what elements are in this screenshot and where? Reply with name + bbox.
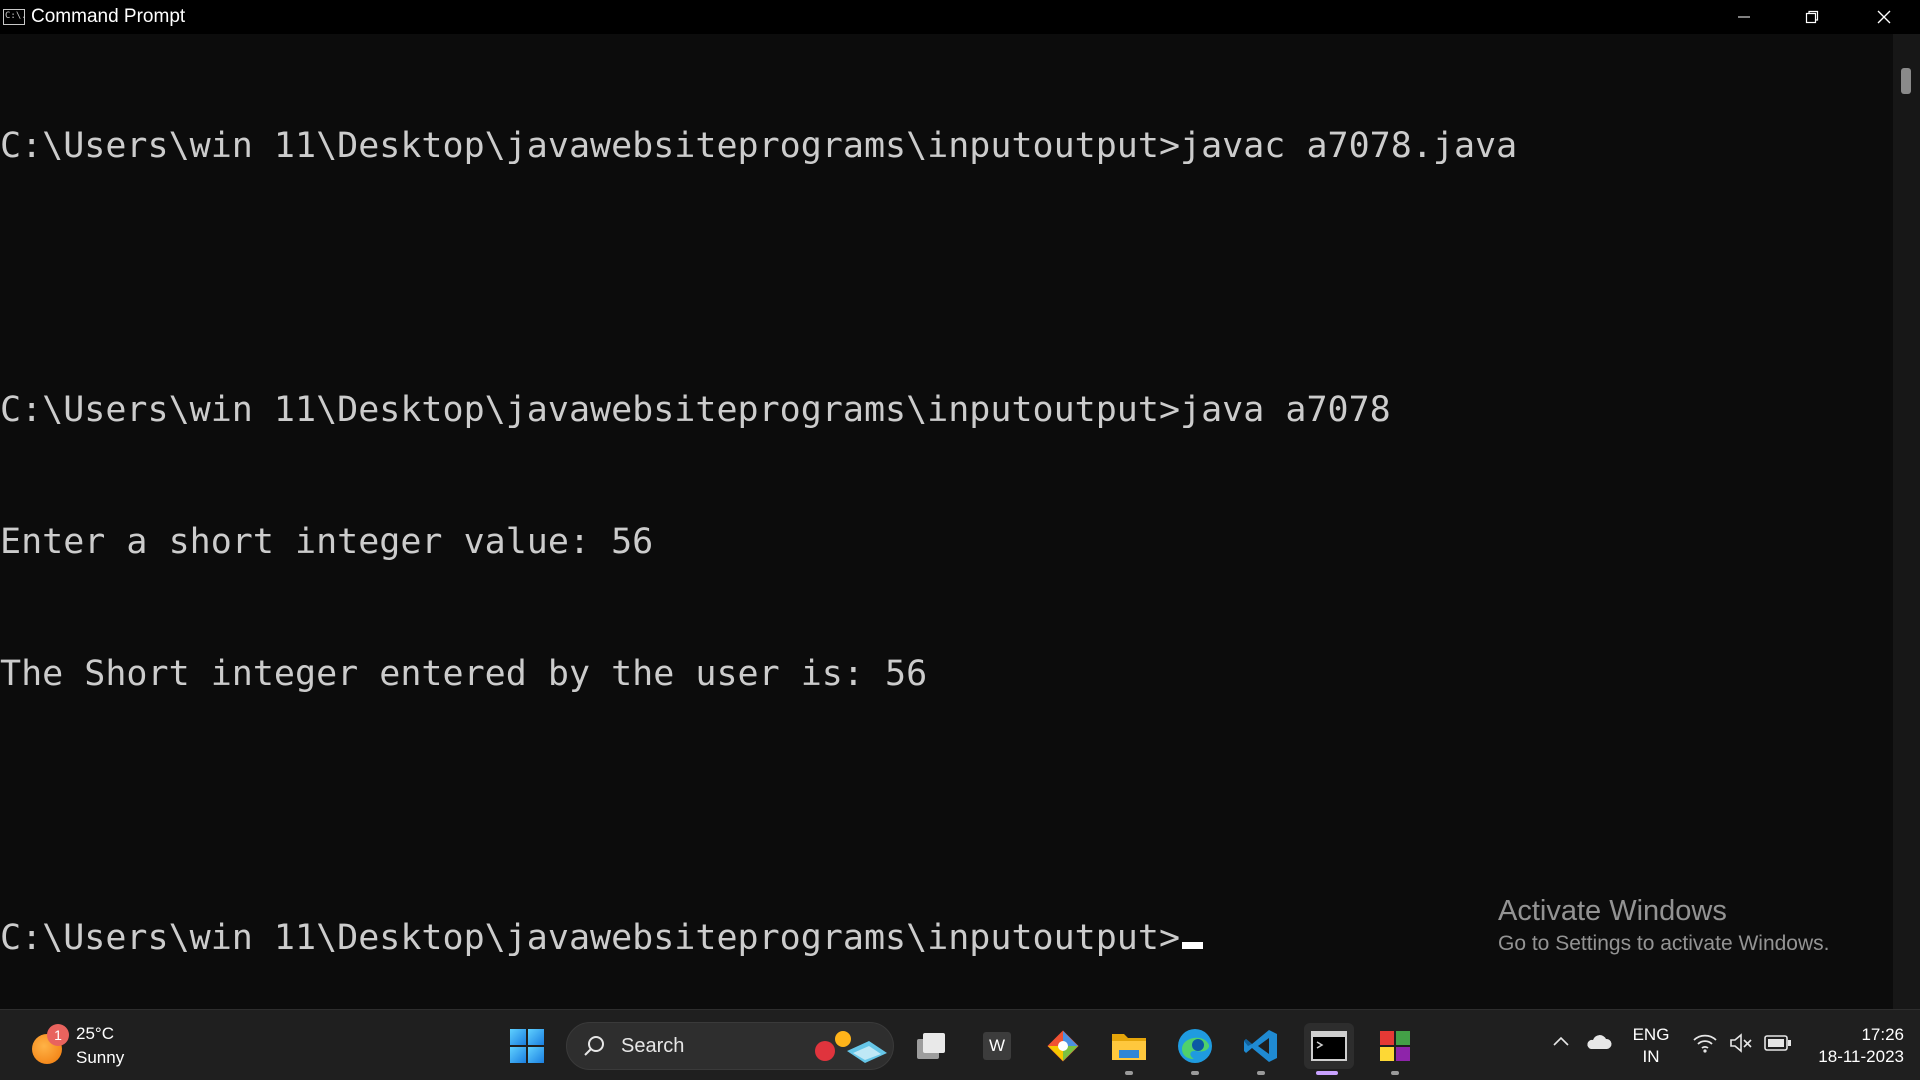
git-icon xyxy=(1047,1030,1079,1062)
vscode-icon xyxy=(1244,1030,1277,1062)
search-highlight-icon xyxy=(815,1031,887,1063)
file-explorer-button[interactable] xyxy=(1106,1023,1152,1075)
console-line: The Short integer entered by the user is… xyxy=(0,654,928,694)
scrollbar-thumb[interactable] xyxy=(1901,68,1911,94)
word-taskbar-button[interactable]: W xyxy=(974,1023,1020,1069)
console-line: Enter a short integer value: 56 xyxy=(0,522,654,562)
vscode-taskbar-button[interactable] xyxy=(1238,1023,1284,1075)
search-icon xyxy=(584,1036,604,1056)
minimize-icon xyxy=(1738,16,1750,18)
console-line: C:\Users\win 11\Desktop\javawebsiteprogr… xyxy=(0,390,1391,430)
region-code: IN xyxy=(1642,1047,1660,1066)
close-icon xyxy=(1877,10,1891,24)
taskbar: 1 25°C Sunny Search W ENG IN 17:26 18-11… xyxy=(0,1009,1920,1080)
command-prompt-taskbar-button[interactable] xyxy=(1304,1023,1354,1075)
word-letter: W xyxy=(988,1036,1006,1055)
weather-condition: Sunny xyxy=(76,1048,125,1067)
command-prompt-app-icon: C:\. xyxy=(3,9,27,25)
language-code: ENG xyxy=(1632,1025,1670,1044)
clock[interactable]: 17:26 18-11-2023 xyxy=(1804,1024,1904,1068)
watermark-subtitle: Go to Settings to activate Windows. xyxy=(1498,932,1830,955)
app-grid-icon xyxy=(1380,1031,1410,1061)
onedrive-cloud-icon[interactable] xyxy=(1584,1032,1612,1052)
file-explorer-icon xyxy=(1112,1034,1146,1060)
restore-button[interactable] xyxy=(1778,0,1846,34)
close-button[interactable] xyxy=(1850,0,1918,34)
battery-icon[interactable] xyxy=(1764,1034,1792,1052)
clock-time: 17:26 xyxy=(1861,1025,1904,1044)
start-button[interactable] xyxy=(504,1023,550,1069)
chevron-up-icon[interactable] xyxy=(1551,1032,1571,1052)
running-indicator xyxy=(1391,1071,1399,1075)
watermark-title: Activate Windows xyxy=(1498,895,1727,927)
prompt-text: C:\Users\win 11\Desktop\javawebsiteprogr… xyxy=(0,918,1181,958)
language-indicator[interactable]: ENG IN xyxy=(1632,1024,1670,1068)
minimize-button[interactable] xyxy=(1710,0,1778,34)
restore-icon xyxy=(1805,10,1819,24)
command-prompt-icon xyxy=(1311,1031,1347,1061)
git-taskbar-button[interactable] xyxy=(1040,1023,1086,1069)
active-indicator xyxy=(1316,1071,1338,1075)
text-cursor xyxy=(1182,942,1204,949)
windows-start-icon xyxy=(510,1029,544,1063)
title-bar[interactable]: C:\. Command Prompt xyxy=(0,0,1920,34)
console-output[interactable]: C:\Users\win 11\Desktop\javawebsiteprogr… xyxy=(0,34,1893,1011)
console-line: C:\Users\win 11\Desktop\javawebsiteprogr… xyxy=(0,126,1518,166)
taskbar-search-box[interactable]: Search xyxy=(566,1022,894,1070)
weather-temperature: 25°C xyxy=(76,1024,114,1043)
edge-icon xyxy=(1178,1029,1212,1063)
weather-widget[interactable]: 1 25°C Sunny xyxy=(30,1022,160,1070)
command-prompt-window: C:\. Command Prompt C:\Users\win 11\Desk… xyxy=(0,0,1920,1009)
task-view-button[interactable] xyxy=(908,1023,954,1069)
task-view-icon xyxy=(917,1033,945,1059)
app-grid-taskbar-button[interactable] xyxy=(1372,1023,1418,1075)
running-indicator xyxy=(1257,1071,1265,1075)
running-indicator xyxy=(1125,1071,1133,1075)
window-title: Command Prompt xyxy=(31,6,186,27)
vertical-scrollbar[interactable] xyxy=(1893,34,1920,1009)
clock-date: 18-11-2023 xyxy=(1818,1047,1904,1066)
running-indicator xyxy=(1191,1071,1199,1075)
activate-windows-watermark: Activate Windows Go to Settings to activ… xyxy=(1498,893,1830,959)
edge-taskbar-button[interactable] xyxy=(1172,1023,1218,1075)
search-placeholder: Search xyxy=(621,1035,685,1057)
wifi-icon[interactable] xyxy=(1692,1032,1718,1054)
volume-muted-icon[interactable] xyxy=(1728,1032,1754,1054)
notification-badge: 1 xyxy=(47,1024,69,1046)
